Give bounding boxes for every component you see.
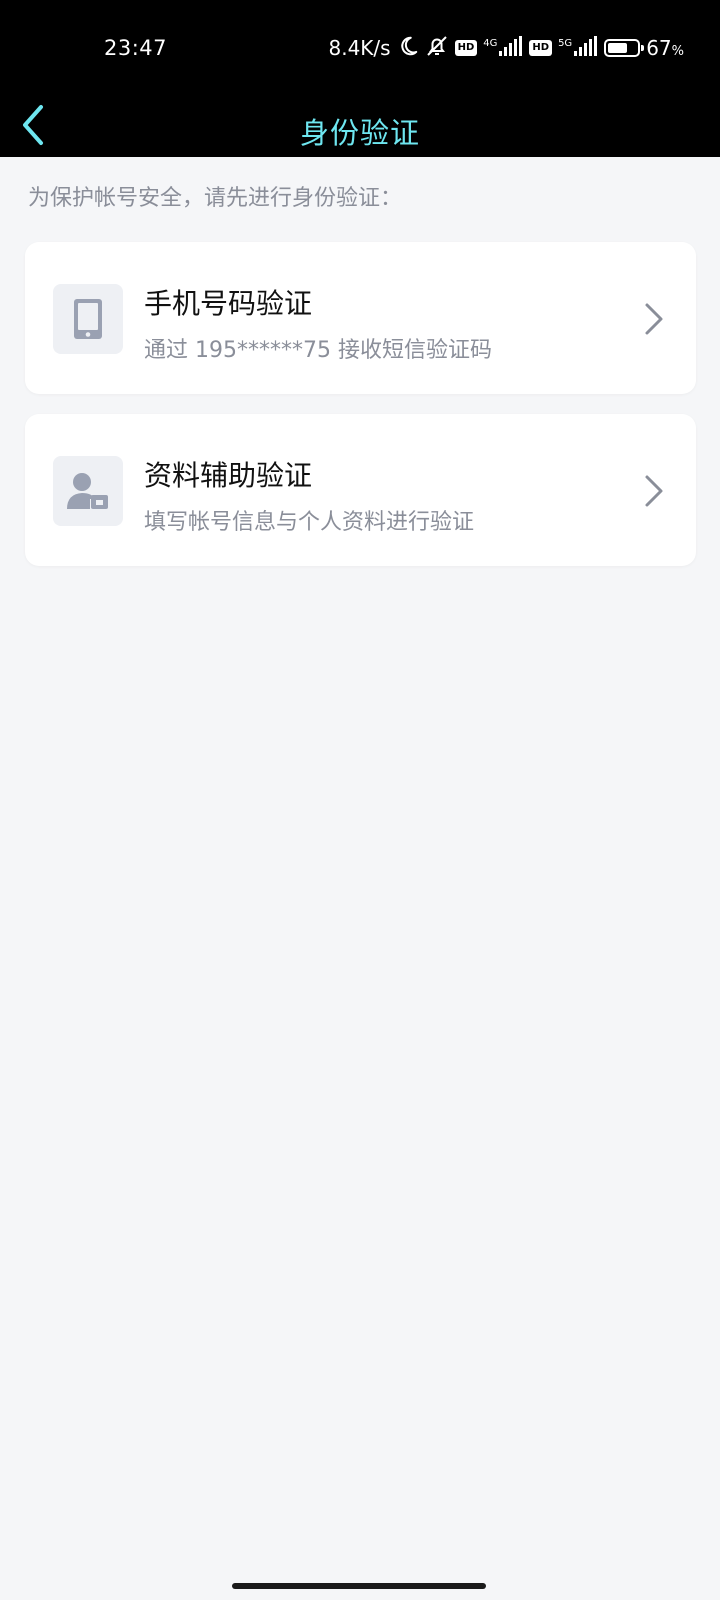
profile-verification-option[interactable]: 资料辅助验证 填写帐号信息与个人资料进行验证	[25, 414, 696, 566]
option-subtitle: 通过 195******75 接收短信验证码	[144, 338, 492, 363]
chevron-right-icon	[645, 475, 663, 507]
battery-percent: 67%	[646, 36, 684, 60]
option-title: 资料辅助验证	[144, 459, 313, 492]
security-hint: 为保护帐号安全，请先进行身份验证：	[28, 186, 403, 211]
moon-icon	[397, 35, 419, 61]
phone-icon	[53, 284, 123, 354]
page-title: 身份验证	[299, 116, 420, 150]
option-title: 手机号码验证	[144, 287, 313, 320]
network-type-sim2: 5G	[558, 37, 573, 49]
status-indicators: 8.4K/s HD 4G HD 5G 67%	[328, 34, 684, 62]
chevron-right-icon	[645, 303, 663, 335]
signal-icon	[574, 36, 598, 60]
hd-badge-sim1: HD	[454, 40, 478, 56]
phone-verification-option[interactable]: 手机号码验证 通过 195******75 接收短信验证码	[25, 242, 696, 394]
hd-badge-sim2: HD	[529, 40, 553, 56]
status-bar: 23:47 8.4K/s HD 4G HD 5G 67%	[0, 0, 720, 100]
bell-off-icon	[425, 34, 449, 62]
home-indicator[interactable]	[232, 1583, 486, 1589]
battery-icon	[604, 39, 645, 57]
signal-icon	[499, 36, 523, 60]
status-time: 23:47	[104, 36, 168, 60]
option-subtitle: 填写帐号信息与个人资料进行验证	[144, 510, 475, 535]
battery-level	[608, 43, 628, 53]
user-card-icon	[53, 456, 123, 526]
nav-bar: 身份验证	[0, 100, 720, 157]
network-type-sim1: 4G	[483, 37, 498, 49]
network-speed: 8.4K/s	[328, 36, 391, 60]
